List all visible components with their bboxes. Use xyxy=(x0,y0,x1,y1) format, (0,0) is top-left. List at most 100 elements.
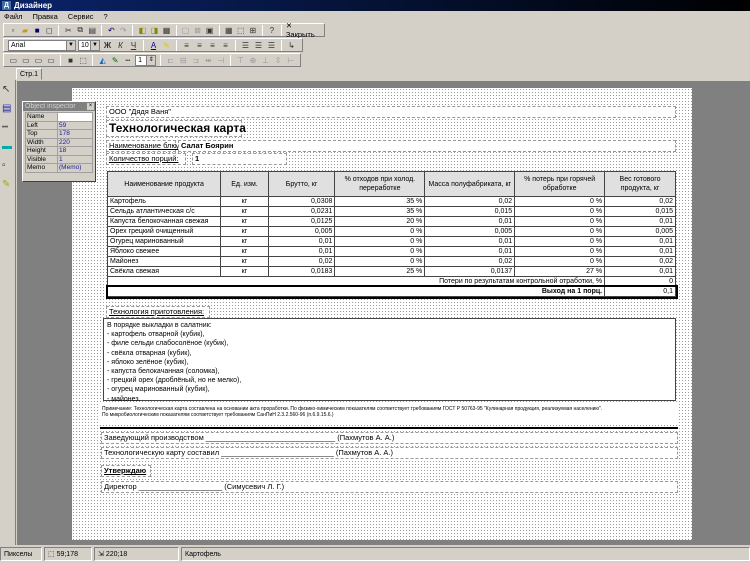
table-cell[interactable]: 0 % xyxy=(514,246,606,257)
font-size-select[interactable]: 10 ▼ xyxy=(78,39,100,51)
table-cell[interactable]: 0,01 xyxy=(267,236,336,247)
table-cell[interactable]: 0,005 xyxy=(424,226,516,237)
table-cell[interactable]: 0,01 xyxy=(424,246,516,257)
property-value[interactable]: 59 xyxy=(57,120,93,130)
table-cell[interactable]: 20 % xyxy=(334,216,426,227)
company-name[interactable]: ООО "Дядя Ваня" xyxy=(106,106,676,118)
frame-color-icon[interactable]: ✎ xyxy=(110,55,121,66)
align-left-icon[interactable]: ≡ xyxy=(181,40,192,51)
table-cell[interactable]: 0 % xyxy=(334,226,426,237)
frame-bottom-icon[interactable]: ▭ xyxy=(33,55,44,66)
property-value[interactable] xyxy=(57,112,93,122)
frame-style-icon[interactable]: ┅ xyxy=(123,55,134,66)
property-value[interactable]: 1 xyxy=(57,154,93,164)
draw-icon[interactable]: ✎ xyxy=(2,179,13,190)
italic-button[interactable]: К xyxy=(115,40,126,51)
table-cell[interactable]: 0 % xyxy=(334,246,426,257)
table-cell[interactable]: 0,005 xyxy=(267,226,336,237)
tab-page-1[interactable]: Стр.1 xyxy=(16,68,42,80)
pointer-icon[interactable]: ↖ xyxy=(2,84,13,95)
line-width-stepper[interactable]: 1 ⇕ xyxy=(135,54,157,66)
table-row[interactable]: Свёкла свежая кг 0,0183 25 % 0,0137 27 % 0,01 xyxy=(106,266,676,277)
valign-middle-icon[interactable]: ☰ xyxy=(253,40,264,51)
table-cell[interactable]: 0,02 xyxy=(424,256,516,267)
portions-label[interactable]: Количество порций: xyxy=(106,153,186,165)
table-cell[interactable]: Сельдь атлантическая с/с xyxy=(106,206,222,217)
table-cell[interactable]: кг xyxy=(220,216,269,227)
grid-icon[interactable]: ▦ xyxy=(224,25,234,36)
table-cell[interactable]: 0 % xyxy=(514,196,606,207)
loss-row-value[interactable]: 0 xyxy=(604,276,676,287)
menu-edit[interactable]: Правка xyxy=(32,11,57,22)
table-cell[interactable]: 0,02 xyxy=(267,256,336,267)
menu-help[interactable]: ? xyxy=(103,11,107,22)
tech-label[interactable]: Технология приготовления: xyxy=(106,306,210,318)
signature-director[interactable]: Директор ____________________ (Симусевич… xyxy=(101,481,678,493)
recipe-text[interactable]: В порядке выкладки в салатник: - картофел… xyxy=(103,318,676,403)
font-color-icon[interactable]: A xyxy=(148,40,159,51)
new-icon[interactable]: ▫ xyxy=(8,25,18,36)
table-cell[interactable]: кг xyxy=(220,206,269,217)
table-cell[interactable]: 0,02 xyxy=(424,196,516,207)
yield-row-label[interactable]: Выход на 1 порц. xyxy=(106,286,606,297)
table-cell[interactable]: кг xyxy=(220,226,269,237)
dish-label[interactable]: Наименование блюда: xyxy=(106,140,188,152)
table-row[interactable]: Майонез кг 0,02 0 % 0,02 0 % 0,02 xyxy=(106,256,676,267)
help-icon[interactable]: ? xyxy=(267,25,277,36)
table-cell[interactable]: 0 % xyxy=(334,236,426,247)
table-row[interactable]: Орех грецкий очищенный кг 0,005 0 % 0,005 0 %… xyxy=(106,226,676,237)
property-value[interactable]: (Memo) xyxy=(57,163,93,173)
table-cell[interactable]: 0,01 xyxy=(604,216,676,227)
table-cell[interactable]: кг xyxy=(220,196,269,207)
page-icon[interactable]: ▢ xyxy=(181,25,191,36)
table-cell[interactable]: 0,01 xyxy=(604,246,676,257)
portions-value[interactable]: 1 xyxy=(192,153,287,165)
fill-color-icon[interactable]: ◭ xyxy=(97,55,108,66)
table-cell[interactable]: 0 % xyxy=(514,256,606,267)
table-cell[interactable]: 0,01 xyxy=(424,236,516,247)
table-row[interactable]: Картофель кг 0,0308 35 % 0,02 0 % 0,02 xyxy=(106,196,676,207)
table-cell[interactable]: Майонез xyxy=(106,256,222,267)
table-cell[interactable]: Свёкла свежая xyxy=(106,266,222,277)
frame-right-icon[interactable]: ▭ xyxy=(46,55,57,66)
align-lefts-icon[interactable]: ⊏ xyxy=(165,55,176,66)
table-cell[interactable]: 0 % xyxy=(334,256,426,267)
band-icon[interactable]: ┅ xyxy=(2,122,13,133)
table-cell[interactable]: кг xyxy=(220,236,269,247)
table-cell[interactable]: 0,01 xyxy=(267,246,336,257)
dish-name[interactable]: Салат Боярин xyxy=(178,140,676,152)
table-cell[interactable]: Картофель xyxy=(106,196,222,207)
note-text[interactable]: Примечание: Технологическая карта состав… xyxy=(100,404,678,425)
table-cell[interactable]: 35 % xyxy=(334,196,426,207)
table-cell[interactable]: кг xyxy=(220,246,269,257)
redo-icon[interactable]: ↷ xyxy=(118,25,128,36)
bring-front-icon[interactable]: ◧ xyxy=(137,25,147,36)
valign-top-icon[interactable]: ☰ xyxy=(240,40,251,51)
center-h-icon[interactable]: ⊣ xyxy=(216,55,227,66)
table-cell[interactable]: 0,02 xyxy=(604,196,676,207)
table-cell[interactable]: 0 % xyxy=(514,226,606,237)
select-icon[interactable]: ⬚ xyxy=(236,25,246,36)
doc-title[interactable]: Технологическая карта xyxy=(106,120,246,137)
shape-icon[interactable]: ▫ xyxy=(2,160,13,171)
property-value[interactable]: 220 xyxy=(57,137,93,147)
yield-row-value[interactable]: 0,1 xyxy=(604,286,676,297)
paste-icon[interactable]: ▤ xyxy=(87,25,97,36)
inspector-row[interactable]: Name xyxy=(25,112,93,122)
property-value[interactable]: 18 xyxy=(57,146,93,156)
group-icon[interactable]: ▦ xyxy=(162,25,172,36)
inspector-header[interactable]: Object inspector × xyxy=(23,102,95,111)
table-cell[interactable]: 0 % xyxy=(514,216,606,227)
inspector-row[interactable]: Width 220 xyxy=(25,137,93,147)
align-tops-icon[interactable]: ⊤ xyxy=(235,55,246,66)
object-inspector[interactable]: Object inspector × Name Left 59 Top 178 Width 2… xyxy=(22,101,96,182)
table-cell[interactable]: Яблоко свежее xyxy=(106,246,222,257)
table-cell[interactable]: 0,015 xyxy=(604,206,676,217)
table-cell[interactable]: 0,005 xyxy=(604,226,676,237)
undo-icon[interactable]: ↶ xyxy=(106,25,116,36)
table-cell[interactable]: Огурец маринованный xyxy=(106,236,222,247)
frame-left-icon[interactable]: ▭ xyxy=(21,55,32,66)
cut-icon[interactable]: ✂ xyxy=(63,25,73,36)
table-cell[interactable]: 0 % xyxy=(514,206,606,217)
delete-page-icon[interactable]: ⊠ xyxy=(193,25,203,36)
